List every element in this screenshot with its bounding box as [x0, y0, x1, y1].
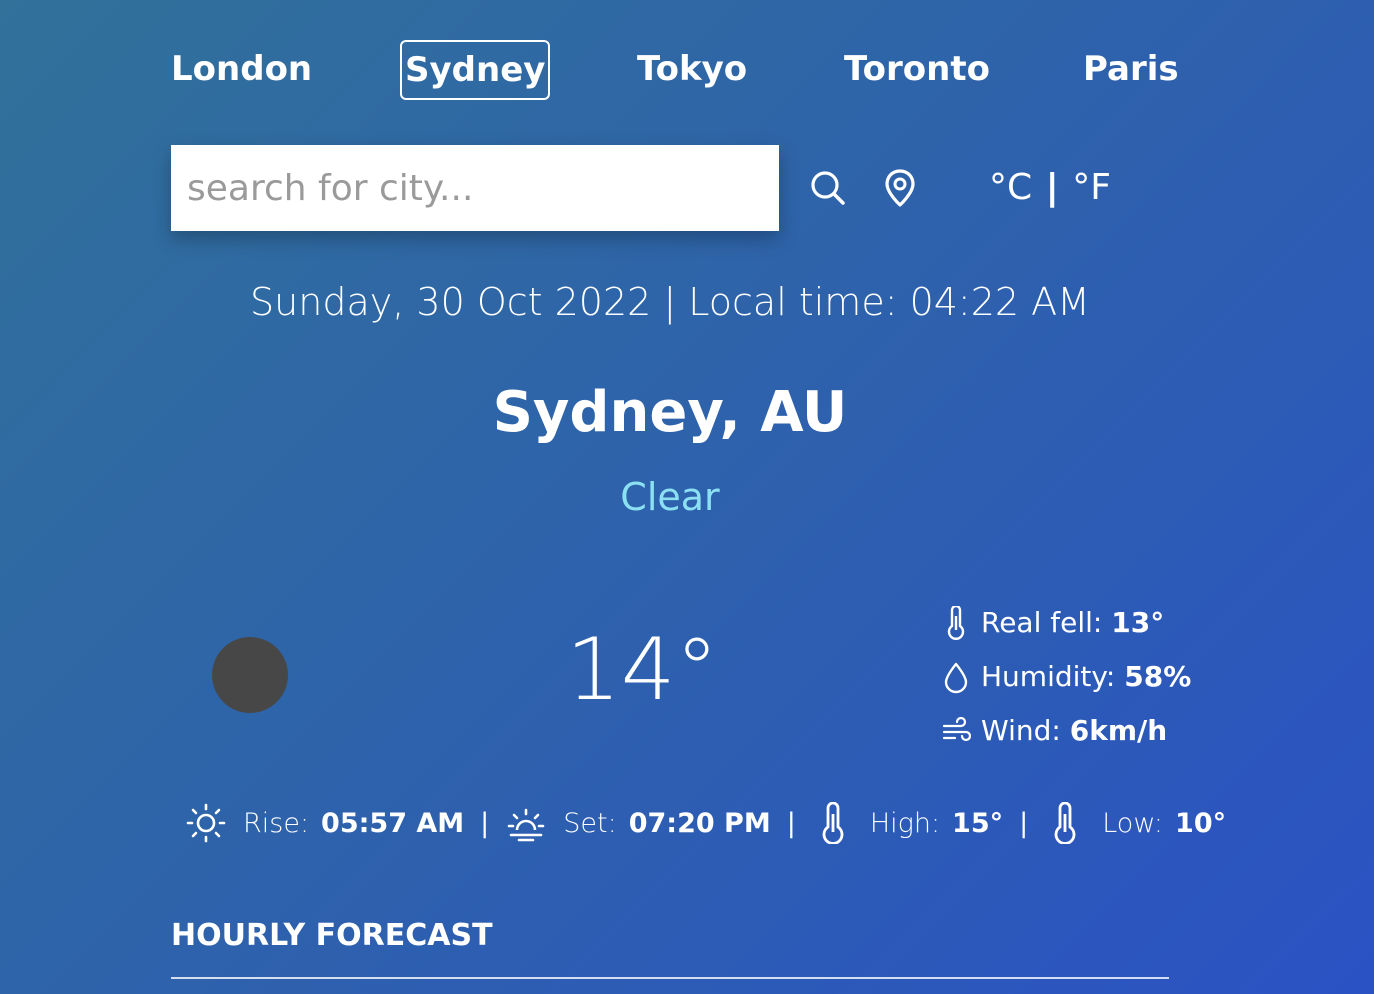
separator: |: [1019, 807, 1029, 839]
sunset-icon: [507, 808, 545, 842]
weather-condition: Clear: [620, 475, 720, 519]
forecast-divider: [171, 977, 1169, 979]
wind-row: Wind: 6km/h: [941, 704, 1181, 758]
fahrenheit-button[interactable]: °F: [1072, 167, 1111, 208]
low-label: Low:: [1102, 807, 1164, 839]
date-time: Sunday, 30 Oct 2022 | Local time: 04:22 …: [250, 280, 1090, 324]
sunset-label: Set:: [563, 807, 617, 839]
humidity-value: 58%: [1124, 660, 1192, 693]
city-tab-tokyo[interactable]: Tokyo: [637, 40, 747, 98]
real-feel-label: Real fell:: [981, 606, 1103, 639]
wind-icon: [942, 716, 971, 742]
search-row: °C | °F: [171, 145, 1169, 231]
sunrise-value: 05:57 AM: [321, 807, 465, 839]
sunrise-label: Rise:: [243, 807, 310, 839]
separator: |: [480, 807, 490, 839]
wind-label: Wind:: [981, 714, 1061, 747]
high-label: High:: [869, 807, 941, 839]
unit-toggle: °C | °F: [989, 163, 1111, 213]
sunset-value: 07:20 PM: [628, 807, 771, 839]
city-tab-london[interactable]: London: [171, 40, 312, 98]
thermometer-low-icon: [1054, 802, 1076, 844]
droplet-icon: [944, 662, 968, 694]
humidity-label: Humidity:: [981, 660, 1116, 693]
unit-separator: |: [1045, 167, 1059, 208]
city-tab-toronto[interactable]: Toronto: [844, 40, 990, 98]
sun-temp-row: Rise: 05:57 AM | Set: 07:20 PM | High: 1…: [185, 800, 1226, 846]
search-icon[interactable]: [807, 167, 849, 209]
sunrise-icon: [186, 803, 226, 843]
city-tabs: London Sydney Tokyo Toronto Paris: [171, 40, 1179, 102]
location-pin-icon[interactable]: [879, 167, 921, 209]
high-value: 15°: [952, 807, 1004, 839]
city-tab-paris[interactable]: Paris: [1083, 40, 1179, 98]
low-value: 10°: [1175, 807, 1227, 839]
hourly-forecast-title: HOURLY FORECAST: [171, 918, 493, 953]
city-tab-sydney[interactable]: Sydney: [400, 40, 551, 100]
weather-details: Real fell: 13° Humidity: 58% Wind: 6km/h: [941, 596, 1191, 758]
weather-condition-icon: [212, 637, 288, 713]
weather-app: London Sydney Tokyo Toronto Paris °C | °…: [171, 0, 1226, 994]
search-input[interactable]: [171, 145, 779, 231]
current-temperature: 14°: [566, 620, 719, 720]
real-feel-row: Real fell: 13°: [941, 596, 1181, 650]
wind-value: 6km/h: [1069, 714, 1168, 747]
separator: |: [786, 807, 796, 839]
celsius-button[interactable]: °C: [989, 167, 1032, 208]
location-title: Sydney, AU: [492, 380, 848, 445]
real-feel-value: 13°: [1111, 606, 1165, 639]
humidity-row: Humidity: 58%: [941, 650, 1191, 704]
thermometer-icon: [947, 606, 965, 640]
thermometer-high-icon: [822, 802, 844, 844]
